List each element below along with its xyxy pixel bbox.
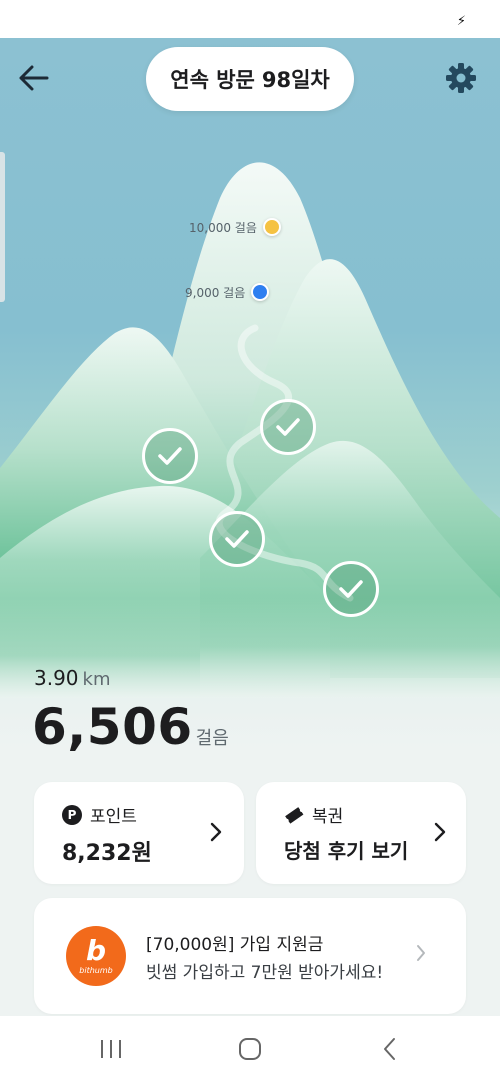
lottery-title: 복권 [312, 807, 344, 827]
distance-stat: 3.90 km [34, 666, 111, 690]
milestone-label: 9,000 걸음 [185, 285, 246, 300]
bithumb-logo-letter: b [85, 933, 107, 967]
chevron-right-icon [417, 945, 425, 961]
steps-unit: 걸음 [195, 728, 229, 749]
points-card-title: P 포인트 [62, 802, 137, 827]
settings-button[interactable] [440, 57, 482, 99]
ad-subtitle: 빗썸 가입하고 7만원 받아가세요! [146, 963, 384, 983]
points-badge-icon: P [62, 804, 82, 825]
step-count: 6,506 걸음 [32, 698, 229, 756]
milestone-dot [262, 218, 281, 236]
arrow-left-icon [19, 65, 49, 91]
system-navigation-bar [0, 1016, 500, 1083]
chevron-right-icon [210, 822, 222, 842]
home-icon [239, 1038, 261, 1060]
checkpoint-check-icon [209, 511, 265, 567]
distance-unit: km [82, 669, 111, 690]
ad-title: [70,000원] 가입 지원금 [146, 935, 324, 955]
status-bar: ⚡ [0, 0, 500, 38]
bithumb-ad-banner[interactable]: b bithumb [70,000원] 가입 지원금 빗썸 가입하고 7만원 받… [34, 898, 466, 1014]
steps-value: 6,506 [32, 698, 193, 756]
lottery-card[interactable]: 복권 당첨 후기 보기 [256, 782, 466, 884]
home-button[interactable] [230, 1034, 270, 1064]
checkpoint-check-icon [260, 399, 316, 455]
visit-day: 98일차 [261, 68, 330, 92]
points-value: 8,232원 [62, 841, 152, 866]
side-handle[interactable] [0, 152, 5, 302]
checkpoint-check-icon [142, 428, 198, 484]
mountain-illustration [0, 38, 500, 768]
lightning-bolt-icon: ⚡ [456, 14, 466, 29]
visit-label: 연속 방문 [170, 68, 255, 92]
mountains-svg [0, 162, 500, 768]
milestone-dot [251, 283, 270, 301]
nav-back-icon [384, 1038, 395, 1060]
points-card[interactable]: P 포인트 8,232원 [34, 782, 244, 884]
visit-streak-badge: 연속 방문 98일차 [146, 47, 354, 111]
lottery-value: 당첨 후기 보기 [284, 839, 409, 863]
recent-apps-icon [101, 1040, 121, 1058]
back-button[interactable] [14, 58, 54, 98]
milestone-label: 10,000 걸음 [189, 220, 257, 235]
checkpoint-check-icon [323, 561, 379, 617]
nav-back-button[interactable] [370, 1034, 410, 1064]
milestone-9000: 9,000 걸음 [185, 283, 270, 301]
gear-icon [446, 63, 476, 93]
ticket-icon [285, 806, 304, 824]
bithumb-logo-word: bithumb [79, 965, 113, 975]
recent-apps-button[interactable] [91, 1034, 131, 1064]
bithumb-logo: b bithumb [66, 926, 126, 986]
chevron-right-icon [434, 822, 446, 842]
lottery-card-title: 복권 [284, 802, 343, 827]
points-title: 포인트 [90, 807, 137, 827]
distance-value: 3.90 [34, 666, 79, 690]
milestone-10000: 10,000 걸음 [189, 218, 281, 236]
